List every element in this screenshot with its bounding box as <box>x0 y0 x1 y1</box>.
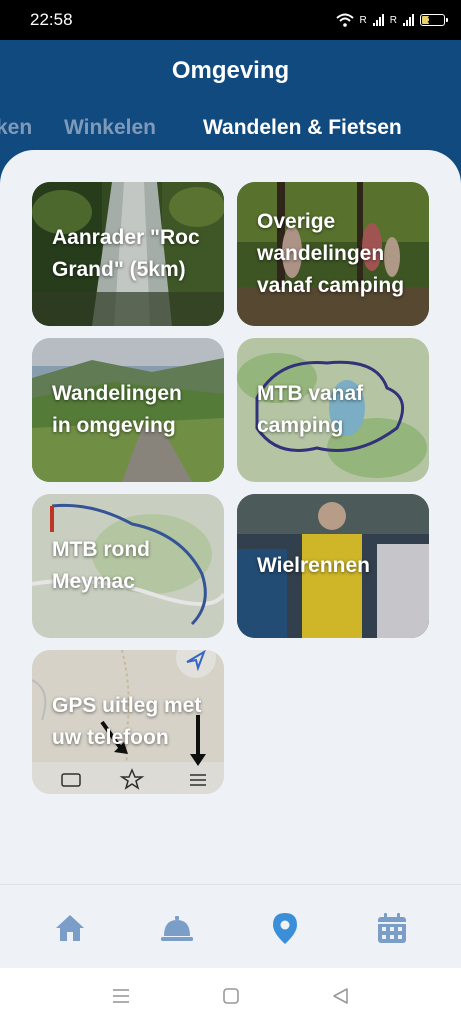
page-title: Omgeving <box>171 57 290 84</box>
tab-wandelen-fietsen[interactable]: Wandelen & Fietsen <box>203 116 402 140</box>
card-mtb-meymac[interactable]: MTB rond Meymac <box>32 494 224 638</box>
battery-icon: 31 <box>420 14 448 26</box>
wifi-icon <box>335 13 354 27</box>
back-button[interactable] <box>330 986 352 1006</box>
signal-2-icon <box>403 14 414 26</box>
status-bar: 22:58 R R 31 <box>0 0 461 40</box>
card-label: Overige wandelingen vanaf camping <box>257 210 405 297</box>
bottom-nav <box>0 884 461 968</box>
card-label: MTB rond Meymac <box>52 538 150 593</box>
back-triangle-icon <box>333 988 348 1004</box>
signal-r-label-2: R <box>389 14 397 26</box>
card-label: Wielrennen <box>257 554 370 577</box>
tab-bar: ken Winkelen Wandelen & Fietsen <box>0 116 461 146</box>
battery-level: 31 <box>427 15 438 25</box>
card-gps-uitleg[interactable]: GPS uitleg met uw telefoon <box>32 650 224 794</box>
card-wielrennen[interactable]: Wielrennen <box>237 494 429 638</box>
signal-1-icon <box>372 14 384 26</box>
card-wandelingen-omgeving[interactable]: Wandelingen in omgeving <box>32 338 224 482</box>
status-icons: R R 31 <box>335 13 448 27</box>
card-roc-grand[interactable]: Aanrader "Roc Grand" (5km) <box>32 182 224 326</box>
system-nav-bar <box>0 968 461 1024</box>
card-label: GPS uitleg met uw telefoon <box>52 694 202 749</box>
nav-home[interactable] <box>53 911 87 945</box>
square-icon <box>223 988 239 1004</box>
app-header: Omgeving ken Winkelen Wandelen & Fietsen <box>0 40 461 160</box>
signal-r-label: R <box>359 14 367 26</box>
card-mtb-vanaf-camping[interactable]: MTB vanaf camping <box>237 338 429 482</box>
recent-apps-button[interactable] <box>110 986 132 1006</box>
nav-calendar[interactable] <box>375 911 409 945</box>
card-label: MTB vanaf camping <box>257 382 364 437</box>
tab-winkelen[interactable]: Winkelen <box>64 116 156 140</box>
home-icon <box>56 915 84 941</box>
home-button[interactable] <box>220 986 242 1006</box>
status-time: 22:58 <box>30 10 73 29</box>
menu-icon <box>113 989 129 1003</box>
content-panel: Aanrader "Roc Grand" (5km) Overige wande… <box>0 150 461 884</box>
card-label: Wandelingen in omgeving <box>52 382 182 437</box>
nav-reception[interactable] <box>160 911 194 945</box>
calendar-icon <box>378 913 406 943</box>
nav-omgeving[interactable] <box>268 911 302 945</box>
card-label: Aanrader "Roc Grand" (5km) <box>52 226 200 281</box>
tab-ken[interactable]: ken <box>0 116 32 140</box>
map-pin-icon <box>273 913 297 944</box>
card-overige-wandelingen[interactable]: Overige wandelingen vanaf camping <box>237 182 429 326</box>
reception-bell-icon <box>161 916 193 941</box>
